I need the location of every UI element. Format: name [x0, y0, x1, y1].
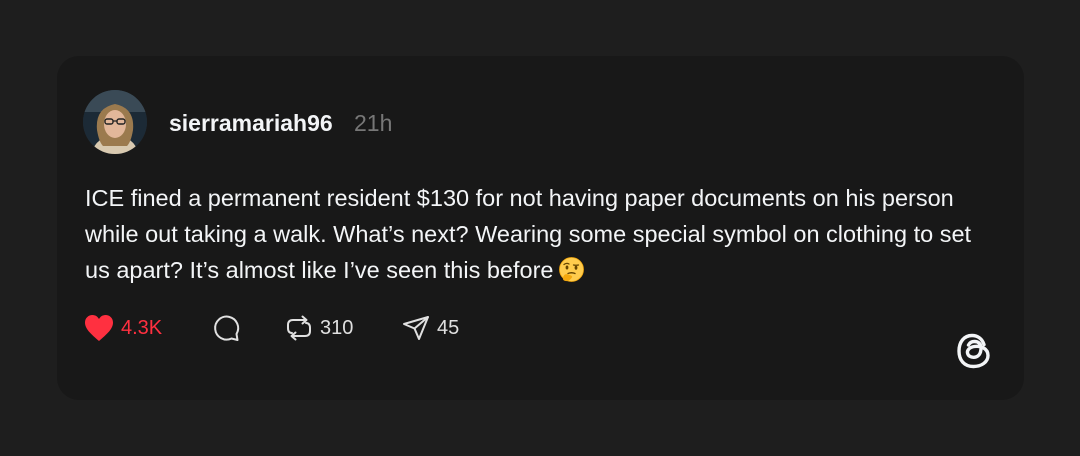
like-button[interactable]: 4.3K: [83, 311, 162, 345]
repost-count: 310: [320, 316, 354, 339]
avatar[interactable]: [83, 90, 147, 154]
repost-button[interactable]: 310: [284, 311, 353, 345]
timestamp[interactable]: 21h: [354, 110, 392, 136]
reply-button[interactable]: [211, 311, 241, 345]
post-text: ICE fined a permanent resident $130 for …: [85, 185, 972, 283]
share-button[interactable]: 45: [401, 311, 459, 345]
thinking-face-emoji-icon: [558, 256, 585, 283]
post-card[interactable]: sierramariah96 21h ICE fined a permanent…: [57, 56, 1024, 400]
like-count: 4.3K: [121, 316, 163, 339]
send-icon: [401, 313, 431, 343]
share-count: 45: [437, 316, 460, 339]
post-body: ICE fined a permanent resident $130 for …: [85, 180, 995, 288]
threads-logo-icon[interactable]: [955, 331, 995, 371]
username[interactable]: sierramariah96: [169, 110, 333, 136]
comment-bubble-icon: [211, 313, 241, 343]
heart-filled-icon: [83, 313, 115, 343]
repost-icon: [284, 313, 314, 343]
